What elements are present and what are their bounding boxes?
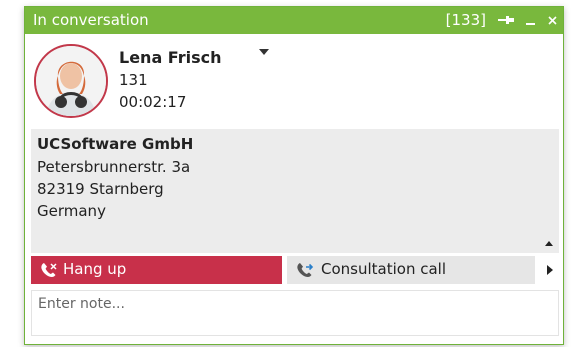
conversation-window: In conversation [133] Lena Frisch 131 00… (24, 6, 564, 345)
hang-up-label: Hang up (63, 260, 127, 278)
company-name: UCSoftware GmbH (37, 135, 194, 153)
titlebar-controls: [133] (446, 11, 557, 29)
avatar[interactable] (34, 44, 108, 118)
minimize-icon[interactable] (526, 15, 536, 25)
call-duration: 00:02:17 (119, 93, 187, 111)
more-actions-button[interactable] (539, 256, 559, 284)
pin-icon[interactable] (498, 15, 514, 25)
chevron-right-icon (547, 265, 553, 275)
contact-name: Lena Frisch (119, 48, 222, 67)
window-title: In conversation (33, 11, 149, 29)
consultation-call-button[interactable]: Consultation call (287, 256, 535, 284)
scroll-up-icon[interactable] (545, 241, 553, 246)
note-input[interactable] (31, 290, 559, 336)
contact-extension: 131 (119, 71, 148, 89)
contact-address: UCSoftware GmbH Petersbrunnerstr. 3a 823… (31, 129, 559, 253)
hang-up-icon (40, 262, 58, 282)
consultation-call-icon (296, 262, 314, 282)
call-actions: Hang up Consultation call (31, 256, 559, 284)
country: Germany (37, 202, 106, 220)
titlebar[interactable]: In conversation [133] (25, 7, 563, 34)
street: Petersbrunnerstr. 3a (37, 158, 191, 176)
hang-up-button[interactable]: Hang up (31, 256, 282, 284)
consultation-call-label: Consultation call (321, 260, 446, 278)
call-count: [133] (445, 11, 486, 29)
close-icon[interactable] (548, 15, 557, 25)
chevron-down-icon[interactable] (259, 49, 269, 55)
city: 82319 Starnberg (37, 180, 164, 198)
contact-card: Lena Frisch 131 00:02:17 (31, 43, 557, 123)
